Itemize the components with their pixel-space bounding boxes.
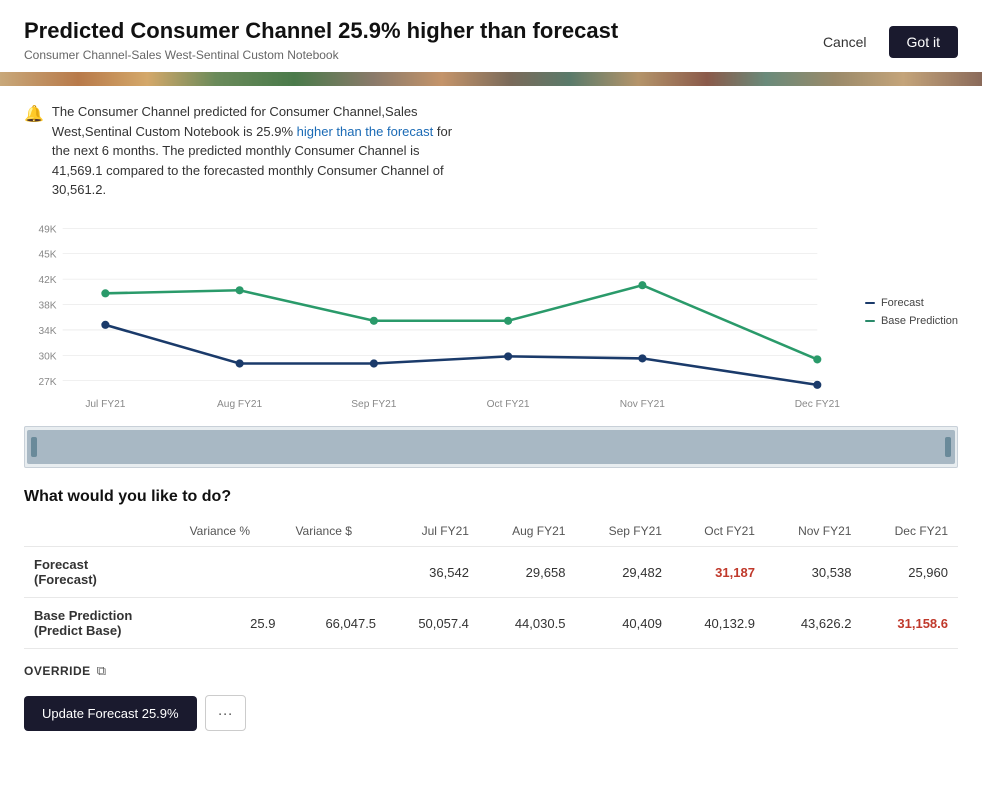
svg-text:42K: 42K	[38, 275, 56, 286]
chart-svg: 49K 45K 42K 38K 34K 30K 27K	[24, 214, 858, 417]
legend-forecast: Forecast	[865, 297, 958, 309]
forecast-jul: 36,542	[386, 547, 479, 598]
forecast-line-indicator	[865, 302, 875, 304]
row-label-base: Base Prediction(Predict Base)	[24, 598, 180, 649]
forecast-aug: 29,658	[479, 547, 576, 598]
update-forecast-button[interactable]: Update Forecast 25.9%	[24, 696, 197, 731]
info-text: The Consumer Channel predicted for Consu…	[52, 102, 464, 200]
forecast-oct: 31,187	[672, 547, 765, 598]
base-oct: 40,132.9	[672, 598, 765, 649]
table-row: Base Prediction(Predict Base) 25.9 66,04…	[24, 598, 958, 649]
info-block: 🔔 The Consumer Channel predicted for Con…	[24, 102, 464, 200]
scrollbar-left-handle[interactable]	[31, 437, 37, 457]
chart-legend: Forecast Base Prediction	[865, 297, 958, 327]
page-title: Predicted Consumer Channel 25.9% higher …	[24, 18, 618, 44]
forecast-dec: 25,960	[861, 547, 958, 598]
base-variance-pct: 25.9	[180, 598, 286, 649]
base-legend-label: Base Prediction	[881, 315, 958, 327]
bell-icon: 🔔	[24, 103, 44, 127]
forecast-variance-pct	[180, 547, 286, 598]
base-line-indicator	[865, 320, 875, 322]
svg-text:38K: 38K	[38, 300, 56, 311]
svg-text:34K: 34K	[38, 326, 56, 337]
table-header-row: Variance % Variance $ Jul FY21 Aug FY21 …	[24, 520, 958, 547]
base-sep: 40,409	[575, 598, 672, 649]
svg-text:49K: 49K	[38, 224, 56, 235]
header-actions: Cancel Got it	[813, 18, 958, 58]
col-header-nov: Nov FY21	[765, 520, 862, 547]
forecast-variance-dollar	[285, 547, 386, 598]
svg-text:30K: 30K	[38, 351, 56, 362]
chart-scrollbar[interactable]	[24, 426, 958, 468]
svg-text:Jul FY21: Jul FY21	[85, 399, 125, 410]
svg-text:27K: 27K	[38, 377, 56, 388]
more-options-button[interactable]: ···	[205, 695, 246, 731]
what-section: What would you like to do? Variance % Va…	[24, 488, 958, 731]
header-left: Predicted Consumer Channel 25.9% higher …	[24, 18, 618, 62]
svg-text:45K: 45K	[38, 250, 56, 261]
table-row: Forecast(Forecast) 36,542 29,658 29,482 …	[24, 547, 958, 598]
svg-text:Aug FY21: Aug FY21	[217, 399, 263, 410]
base-dec: 31,158.6	[861, 598, 958, 649]
legend-base: Base Prediction	[865, 315, 958, 327]
col-header-variance-pct: Variance %	[180, 520, 286, 547]
chart-container: 49K 45K 42K 38K 34K 30K 27K	[24, 214, 858, 422]
col-header-sep: Sep FY21	[575, 520, 672, 547]
got-it-button[interactable]: Got it	[889, 26, 958, 58]
row-label-forecast: Forecast(Forecast)	[24, 547, 180, 598]
base-variance-dollar: 66,047.5	[285, 598, 386, 649]
override-section: OVERRIDE ⧉	[24, 663, 958, 679]
what-title: What would you like to do?	[24, 488, 958, 506]
svg-text:Nov FY21: Nov FY21	[620, 399, 666, 410]
cancel-button[interactable]: Cancel	[813, 28, 877, 56]
info-highlight: higher than the forecast	[297, 124, 434, 139]
data-table: Variance % Variance $ Jul FY21 Aug FY21 …	[24, 520, 958, 649]
chart-wrapper: 49K 45K 42K 38K 34K 30K 27K	[24, 214, 958, 422]
svg-text:Dec FY21: Dec FY21	[795, 399, 841, 410]
base-jul: 50,057.4	[386, 598, 479, 649]
col-header-aug: Aug FY21	[479, 520, 576, 547]
col-header-variance-dollar: Variance $	[285, 520, 386, 547]
base-aug: 44,030.5	[479, 598, 576, 649]
banner-image	[0, 72, 982, 86]
scrollbar-right-handle[interactable]	[945, 437, 951, 457]
col-header-jul: Jul FY21	[386, 520, 479, 547]
svg-text:Sep FY21: Sep FY21	[351, 399, 397, 410]
forecast-nov: 30,538	[765, 547, 862, 598]
page-subtitle: Consumer Channel-Sales West-Sentinal Cus…	[24, 48, 618, 62]
override-icon: ⧉	[97, 663, 106, 679]
svg-text:Oct FY21: Oct FY21	[487, 399, 530, 410]
col-header-dec: Dec FY21	[861, 520, 958, 547]
header: Predicted Consumer Channel 25.9% higher …	[0, 0, 982, 72]
forecast-sep: 29,482	[575, 547, 672, 598]
main-content: 🔔 The Consumer Channel predicted for Con…	[0, 86, 982, 747]
scrollbar-thumb[interactable]	[27, 430, 955, 464]
override-label: OVERRIDE	[24, 664, 91, 678]
forecast-legend-label: Forecast	[881, 297, 924, 309]
col-header-oct: Oct FY21	[672, 520, 765, 547]
col-header-label	[24, 520, 180, 547]
action-bar: Update Forecast 25.9% ···	[24, 695, 958, 731]
base-nov: 43,626.2	[765, 598, 862, 649]
